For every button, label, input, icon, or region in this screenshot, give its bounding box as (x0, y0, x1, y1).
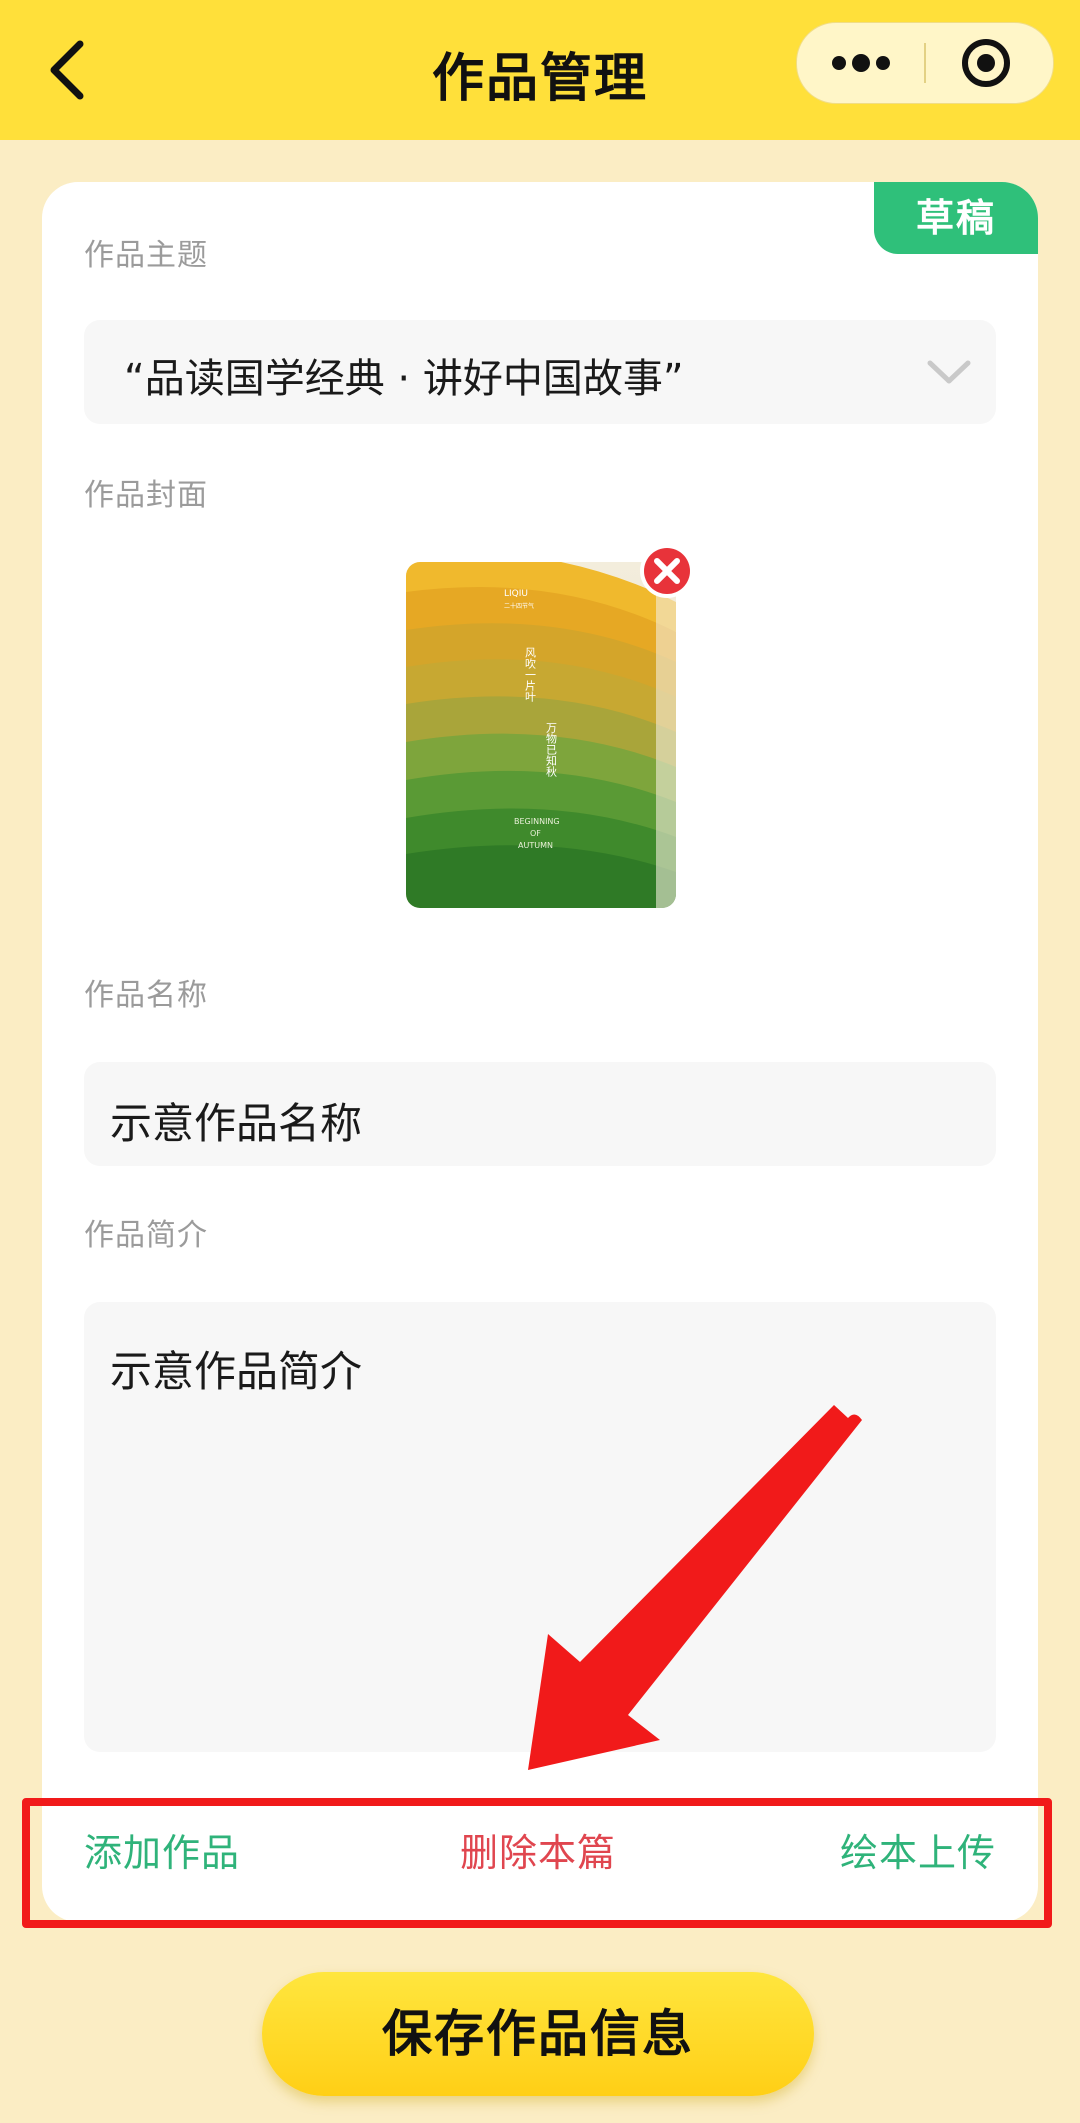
cover-line-1: 风吹一片叶 (524, 647, 537, 703)
highlight-box (22, 1798, 1052, 1928)
remove-cover-button[interactable] (638, 542, 696, 600)
cover-english-2: OF (530, 829, 541, 838)
close-miniprogram-button[interactable] (926, 23, 1053, 103)
cover-english-1: BEGINNING (514, 817, 560, 826)
name-value: 示意作品名称 (110, 1099, 363, 1148)
intro-label: 作品简介 (84, 1218, 208, 1253)
cover-label: 作品封面 (84, 478, 208, 513)
name-input[interactable]: 示意作品名称 (84, 1062, 996, 1166)
theme-value: “品读国学经典 · 讲好中国故事” (124, 356, 684, 402)
cover-brand: LIQIU (504, 589, 528, 599)
cover-subbrand: 二十四节气 (504, 602, 534, 610)
cover-leaves-image: LIQIU 二十四节气 风吹一片叶 万物已知秋 BEGINNING OF AUT… (406, 562, 676, 908)
more-dots-icon (832, 54, 890, 72)
intro-textarea[interactable]: 示意作品简介 (84, 1302, 996, 1752)
cover-english-3: AUTUMN (518, 841, 553, 850)
mini-program-capsule (796, 22, 1054, 104)
status-badge: 草稿 (874, 182, 1038, 254)
cover-container: LIQIU 二十四节气 风吹一片叶 万物已知秋 BEGINNING OF AUT… (406, 544, 694, 908)
intro-value: 示意作品简介 (110, 1347, 363, 1396)
cover-line-2: 万物已知秋 (545, 722, 558, 778)
work-form-card: 草稿 作品主题 “品读国学经典 · 讲好中国故事” 作品封面 LIQIU 二十四… (42, 182, 1038, 1922)
chevron-down-icon (927, 360, 971, 384)
cover-image[interactable]: LIQIU 二十四节气 风吹一片叶 万物已知秋 BEGINNING OF AUT… (406, 562, 676, 908)
name-label: 作品名称 (84, 978, 208, 1013)
theme-label: 作品主题 (84, 238, 208, 273)
theme-select[interactable]: “品读国学经典 · 讲好中国故事” (84, 320, 996, 424)
top-bar: 作品管理 (0, 0, 1080, 140)
target-circle-icon (962, 39, 1010, 87)
more-button[interactable] (797, 23, 925, 103)
close-circle-icon (640, 544, 694, 598)
save-work-button[interactable]: 保存作品信息 (262, 1972, 814, 2096)
